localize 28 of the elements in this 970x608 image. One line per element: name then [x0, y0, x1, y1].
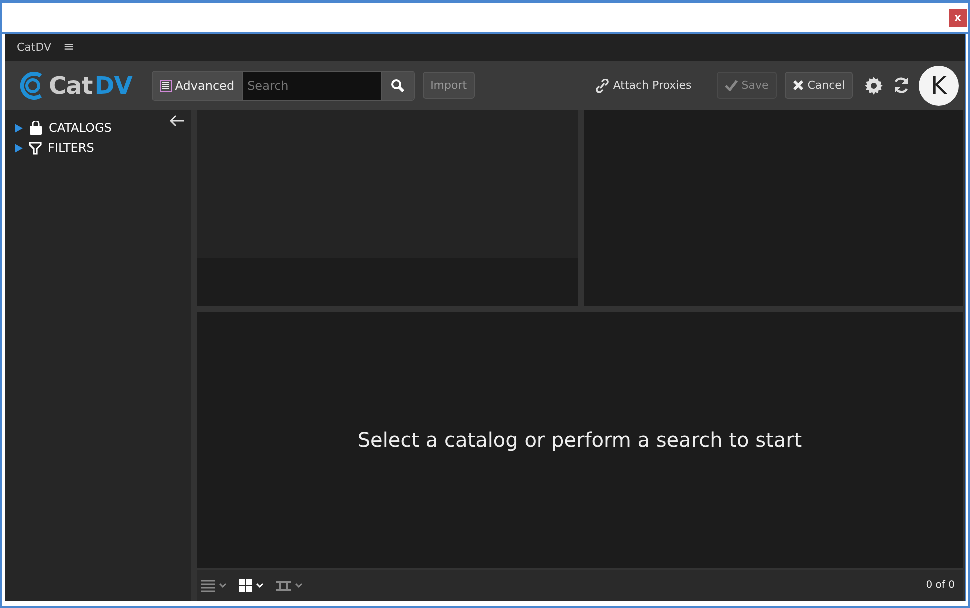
grid-view-button[interactable] [239, 579, 264, 592]
filter-icon [29, 142, 42, 154]
item-count: 0 of 0 [926, 580, 955, 591]
app-title: CatDV [17, 41, 52, 54]
close-icon [792, 80, 804, 91]
empty-state-message: Select a catalog or perform a search to start [358, 428, 802, 452]
caret-icon [219, 583, 227, 588]
cancel-button[interactable]: Cancel [784, 72, 853, 99]
caret-icon [256, 583, 264, 588]
sidebar-item[interactable]: CATALOGS [15, 118, 112, 138]
menu-button[interactable]: ≡ [64, 40, 74, 55]
grid-view-icon [239, 579, 252, 592]
attach-button[interactable]: Attach Proxies [589, 72, 699, 99]
refresh-icon[interactable] [893, 77, 910, 94]
bag-icon [29, 121, 43, 135]
filmstrip-view-icon [276, 580, 291, 590]
filmstrip-view-button[interactable] [276, 580, 303, 590]
link-icon [596, 78, 610, 92]
back-arrow-icon[interactable] [169, 115, 185, 127]
list-view-button[interactable] [201, 580, 227, 592]
sidebar-item[interactable]: FILTERS [15, 138, 94, 158]
user-avatar[interactable]: K [919, 66, 959, 106]
settings-icon[interactable] [865, 76, 883, 94]
logo: CatDV [15, 70, 132, 100]
check-icon [724, 80, 738, 91]
list-view-icon [201, 580, 215, 592]
caret-icon [295, 583, 303, 588]
close-button[interactable]: x [949, 9, 967, 27]
